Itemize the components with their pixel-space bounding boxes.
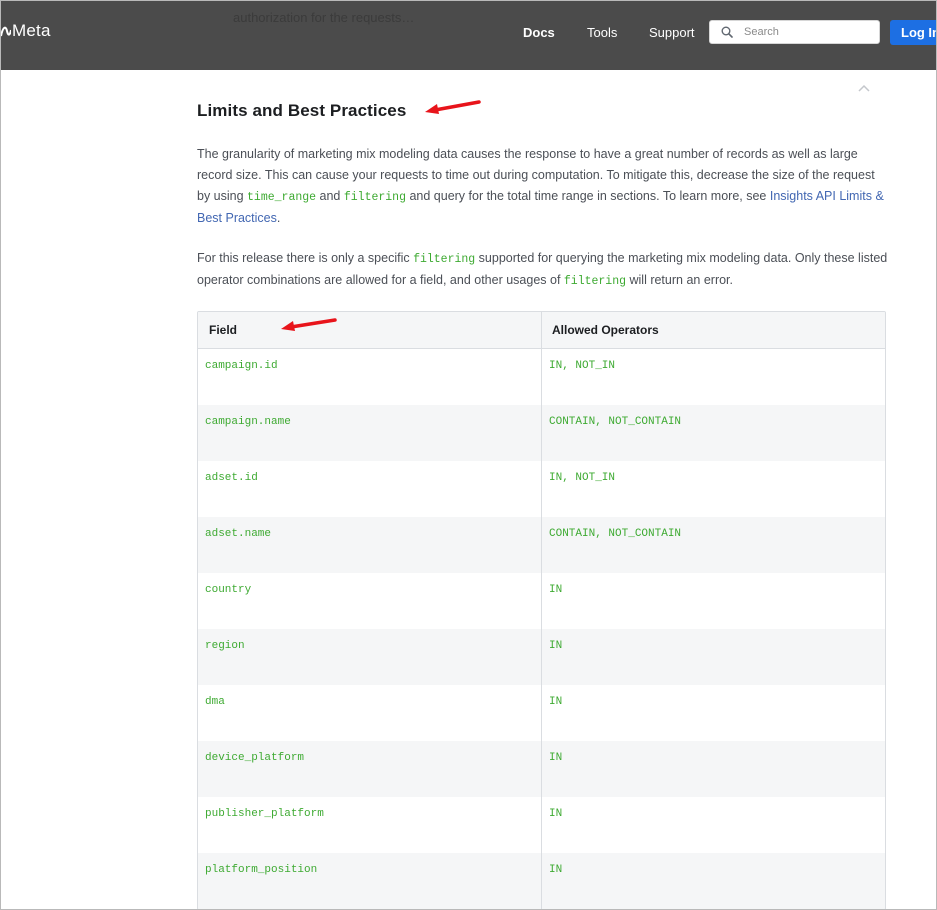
- operators-cell: IN: [549, 584, 563, 596]
- table-row: region IN: [198, 629, 885, 685]
- table-row: campaign.id IN, NOT_IN: [198, 349, 885, 405]
- nav-tools[interactable]: Tools: [587, 25, 617, 40]
- search-icon: [720, 25, 734, 39]
- text-span: .: [276, 211, 281, 225]
- intro-paragraph: The granularity of marketing mix modelin…: [197, 144, 889, 229]
- top-navigation-bar: authorization for the requests… Meta Doc…: [1, 1, 936, 70]
- meta-logo[interactable]: Meta: [1, 21, 51, 41]
- table-row: device_platform IN: [198, 741, 885, 797]
- field-cell: adset.name: [198, 517, 542, 573]
- field-cell: dma: [198, 685, 542, 741]
- login-button[interactable]: Log In: [890, 20, 936, 45]
- field-cell: region: [198, 629, 542, 685]
- field-cell: campaign.id: [198, 349, 542, 405]
- table-row: dma IN: [198, 685, 885, 741]
- field-cell: device_platform: [198, 741, 542, 797]
- logo-text: Meta: [12, 21, 51, 40]
- text-span: and: [316, 189, 344, 203]
- search-input[interactable]: [742, 25, 876, 39]
- operators-cell: IN, NOT_IN: [549, 472, 616, 484]
- table-row: campaign.name CONTAIN, NOT_CONTAIN: [198, 405, 885, 461]
- operators-cell: CONTAIN, NOT_CONTAIN: [549, 528, 682, 540]
- operators-cell: CONTAIN, NOT_CONTAIN: [549, 416, 682, 428]
- operators-cell: IN: [549, 808, 563, 820]
- meta-infinity-icon: [1, 24, 11, 38]
- nav-support[interactable]: Support: [649, 25, 695, 40]
- search-box[interactable]: [709, 20, 880, 44]
- table-row: adset.id IN, NOT_IN: [198, 461, 885, 517]
- filtering-paragraph: For this release there is only a specifi…: [197, 248, 889, 292]
- table-row: platform_position IN: [198, 853, 885, 909]
- header-ghost-text: authorization for the requests…: [233, 10, 415, 25]
- text-span: and query for the total time range in se…: [405, 189, 770, 203]
- operators-cell: IN, NOT_IN: [549, 360, 616, 372]
- operators-cell: IN: [549, 864, 563, 876]
- operators-cell: IN: [549, 752, 563, 764]
- chevron-up-icon[interactable]: [857, 83, 871, 93]
- table-row: country IN: [198, 573, 885, 629]
- field-cell: campaign.name: [198, 405, 542, 461]
- text-span: will return an error.: [626, 273, 733, 287]
- page-frame: authorization for the requests… Meta Doc…: [0, 0, 937, 910]
- field-cell: adset.id: [198, 461, 542, 517]
- field-cell: publisher_platform: [198, 797, 542, 853]
- text-span: For this release there is only a specifi…: [197, 251, 414, 265]
- code-filtering: filtering: [343, 191, 406, 204]
- operators-cell: IN: [549, 696, 563, 708]
- red-arrow-icon: [281, 318, 337, 331]
- field-cell: platform_position: [198, 853, 542, 909]
- field-cell: country: [198, 573, 542, 629]
- code-time-range: time_range: [247, 191, 317, 204]
- code-filtering: filtering: [563, 275, 627, 288]
- header-allowed-operators: Allowed Operators: [552, 323, 659, 337]
- nav-docs[interactable]: Docs: [523, 25, 555, 40]
- allowed-operators-table: Field Allowed Operators campaign.id IN, …: [197, 311, 886, 909]
- red-arrow-icon: [425, 100, 481, 114]
- table-row: adset.name CONTAIN, NOT_CONTAIN: [198, 517, 885, 573]
- code-filtering: filtering: [413, 253, 476, 266]
- operators-cell: IN: [549, 640, 563, 652]
- table-row: publisher_platform IN: [198, 797, 885, 853]
- header-field: Field: [198, 312, 542, 348]
- section-title: Limits and Best Practices: [197, 101, 407, 120]
